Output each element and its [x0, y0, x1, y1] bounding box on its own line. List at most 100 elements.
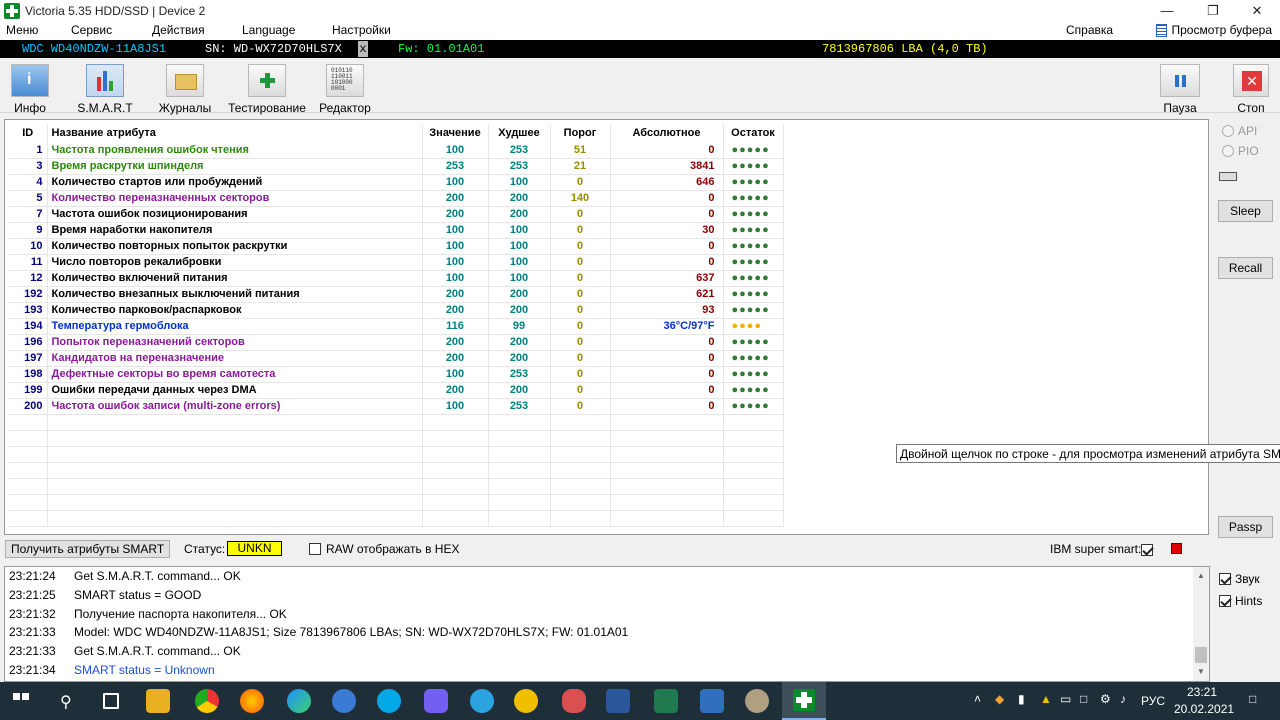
table-row[interactable]: 12 Количество включений питания 100 100 0 637… — [9, 270, 784, 287]
file-explorer-icon[interactable] — [146, 689, 170, 713]
calculator-icon[interactable] — [700, 689, 724, 713]
tray-display-icon[interactable]: □ — [1080, 692, 1087, 706]
keyboard-language[interactable]: РУС — [1141, 694, 1165, 708]
tray-volume-icon[interactable]: ♪ — [1120, 692, 1126, 706]
info-button[interactable]: i Инфо — [9, 62, 51, 115]
table-row[interactable]: 193 Количество парковок/распарковок 200 200… — [9, 302, 784, 319]
status-bar: Получить атрибуты SMART Статус: UNKN RAW… — [0, 538, 1210, 560]
table-row[interactable]: 192 Количество внезапных выключений питан… — [9, 286, 784, 303]
table-row[interactable]: 4 Количество стартов или пробуждений 100 10… — [9, 174, 784, 191]
menu-item-service[interactable]: Сервис — [71, 23, 112, 37]
attribute-threshold: 140 — [550, 190, 611, 207]
sound-checkbox[interactable]: Звук — [1219, 572, 1260, 586]
tray-power-icon[interactable]: ▮ — [1018, 692, 1025, 706]
paint-icon[interactable] — [745, 689, 769, 713]
testing-button[interactable]: Тестирование — [228, 62, 306, 115]
word-icon[interactable] — [606, 689, 630, 713]
firefox-icon[interactable] — [240, 689, 264, 713]
telegram-icon[interactable] — [470, 689, 494, 713]
scroll-down-icon[interactable]: ▼ — [1197, 667, 1205, 676]
table-row[interactable]: 10 Количество повторных попыток раскрутки… — [9, 238, 784, 255]
table-row[interactable]: 9 Время наработки накопителя 100 100 0 30 ●●●●… — [9, 222, 784, 239]
smart-button[interactable]: S.M.A.R.T — [74, 62, 136, 115]
recall-button[interactable]: Recall — [1218, 257, 1273, 279]
scroll-thumb[interactable] — [1195, 647, 1207, 663]
table-row[interactable]: 7 Частота ошибок позиционирования 200 200 0 0… — [9, 206, 784, 223]
notifications-icon[interactable]: □ — [1249, 692, 1256, 706]
stop-button[interactable]: ✕ Стоп — [1232, 62, 1270, 115]
table-row[interactable]: 194 Температура гермоблока 116 99 0 36°C/97°F… — [9, 318, 784, 335]
chrome-icon[interactable] — [195, 689, 219, 713]
attribute-value: 100 — [422, 398, 489, 415]
passp-button[interactable]: Passp — [1218, 516, 1273, 538]
table-row[interactable]: 5 Количество переназначенных секторов 200 2… — [9, 190, 784, 207]
close-window-button[interactable]: ✕ — [1234, 0, 1280, 21]
maximize-button[interactable]: ❐ — [1190, 0, 1236, 21]
info-icon: i — [11, 64, 49, 97]
scroll-up-icon[interactable]: ▲ — [1197, 571, 1205, 580]
taskbar-time[interactable]: 23:21 — [1187, 685, 1217, 699]
column-header-remain[interactable]: Остаток — [723, 124, 784, 142]
sleep-button[interactable]: Sleep — [1218, 200, 1273, 222]
search-icon[interactable]: ⚲ — [60, 692, 72, 712]
vpn-app-icon[interactable] — [332, 689, 356, 713]
table-row[interactable]: 3 Время раскрутки шпинделя 253 253 21 3841 ●●●… — [9, 158, 784, 175]
skype-icon[interactable] — [377, 689, 401, 713]
raw-hex-checkbox[interactable]: RAW отображать в HEX — [309, 542, 459, 556]
pause-label: Пауза — [1163, 101, 1197, 115]
checkbox-box — [309, 543, 321, 555]
menu-item-language[interactable]: Language — [242, 23, 295, 37]
log-scrollbar[interactable]: ▲ ▼ — [1193, 567, 1209, 681]
radio-dot — [1222, 145, 1234, 157]
attribute-remain: ●●●●● — [723, 174, 784, 191]
excel-icon[interactable] — [654, 689, 678, 713]
task-view-icon[interactable] — [103, 693, 119, 709]
table-row[interactable]: 197 Кандидатов на переназначение 200 200 0 0 ●… — [9, 350, 784, 367]
table-row[interactable]: 200 Частота ошибок записи (multi-zone err… — [9, 398, 784, 415]
viber-icon[interactable] — [424, 689, 448, 713]
attribute-remain: ●●●●● — [723, 350, 784, 367]
menu-item-help[interactable]: Справка — [1066, 23, 1113, 37]
device-model[interactable]: WDC WD40NDZW-11A8JS1 — [22, 42, 166, 56]
paint-app-icon[interactable] — [562, 689, 586, 713]
taskbar-date[interactable]: 20.02.2021 — [1174, 702, 1234, 716]
column-header-worst[interactable]: Худшее — [488, 124, 551, 142]
avast-icon[interactable] — [514, 689, 538, 713]
table-row[interactable]: 199 Ошибки передачи данных через DMA 200 20… — [9, 382, 784, 399]
pio-radio[interactable]: PIO — [1222, 144, 1259, 158]
editor-button[interactable]: 010110 110011 101000 0001 Редактор — [318, 62, 372, 115]
column-header-name[interactable]: Название атрибута — [47, 124, 423, 142]
tray-expand-icon[interactable]: ˄ — [974, 692, 981, 706]
tray-shield-icon[interactable]: ▲ — [1040, 692, 1052, 706]
empty-cell — [723, 478, 784, 495]
column-header-threshold[interactable]: Порог — [550, 124, 611, 142]
logs-button[interactable]: Журналы — [157, 62, 213, 115]
api-radio[interactable]: API — [1222, 124, 1257, 138]
attribute-value: 100 — [422, 366, 489, 383]
table-row[interactable]: 11 Число повторов рекалибровки 100 100 0 0 ●●●… — [9, 254, 784, 271]
attribute-remain: ●●●●● — [723, 238, 784, 255]
menu-item-settings[interactable]: Настройки — [332, 23, 391, 37]
table-row[interactable]: 1 Частота проявления ошибок чтения 100 253 5… — [9, 142, 784, 159]
table-row[interactable]: 198 Дефектные секторы во время самотеста 1… — [9, 366, 784, 383]
hints-checkbox[interactable]: Hints — [1219, 594, 1262, 608]
tray-drive-icon[interactable]: ▭ — [1060, 692, 1071, 706]
windows-start-icon[interactable] — [13, 693, 29, 709]
get-smart-button[interactable]: Получить атрибуты SMART — [5, 540, 171, 558]
edge-icon[interactable] — [287, 689, 311, 713]
ibm-super-smart-checkbox[interactable] — [1141, 543, 1153, 556]
tray-network-icon[interactable]: ⚙ — [1100, 692, 1111, 706]
buffer-viewer-link[interactable]: Просмотр буфера — [1156, 23, 1272, 37]
victoria-taskbar-button[interactable] — [782, 682, 826, 720]
close-device-button[interactable]: x — [358, 41, 368, 57]
minimize-button[interactable]: — — [1144, 0, 1190, 21]
table-row[interactable]: 196 Попыток переназначений секторов 200 200… — [9, 334, 784, 351]
menu-item-actions[interactable]: Действия — [152, 23, 205, 37]
column-header-value[interactable]: Значение — [422, 124, 489, 142]
pause-button[interactable]: Пауза — [1160, 62, 1200, 115]
tray-app-icon[interactable]: ◆ — [995, 692, 1004, 706]
column-header-raw[interactable]: Абсолютное — [610, 124, 724, 142]
menu-item-menu[interactable]: Меню — [6, 23, 38, 37]
attribute-threshold: 0 — [550, 238, 611, 255]
column-header-id[interactable]: ID — [9, 124, 48, 142]
